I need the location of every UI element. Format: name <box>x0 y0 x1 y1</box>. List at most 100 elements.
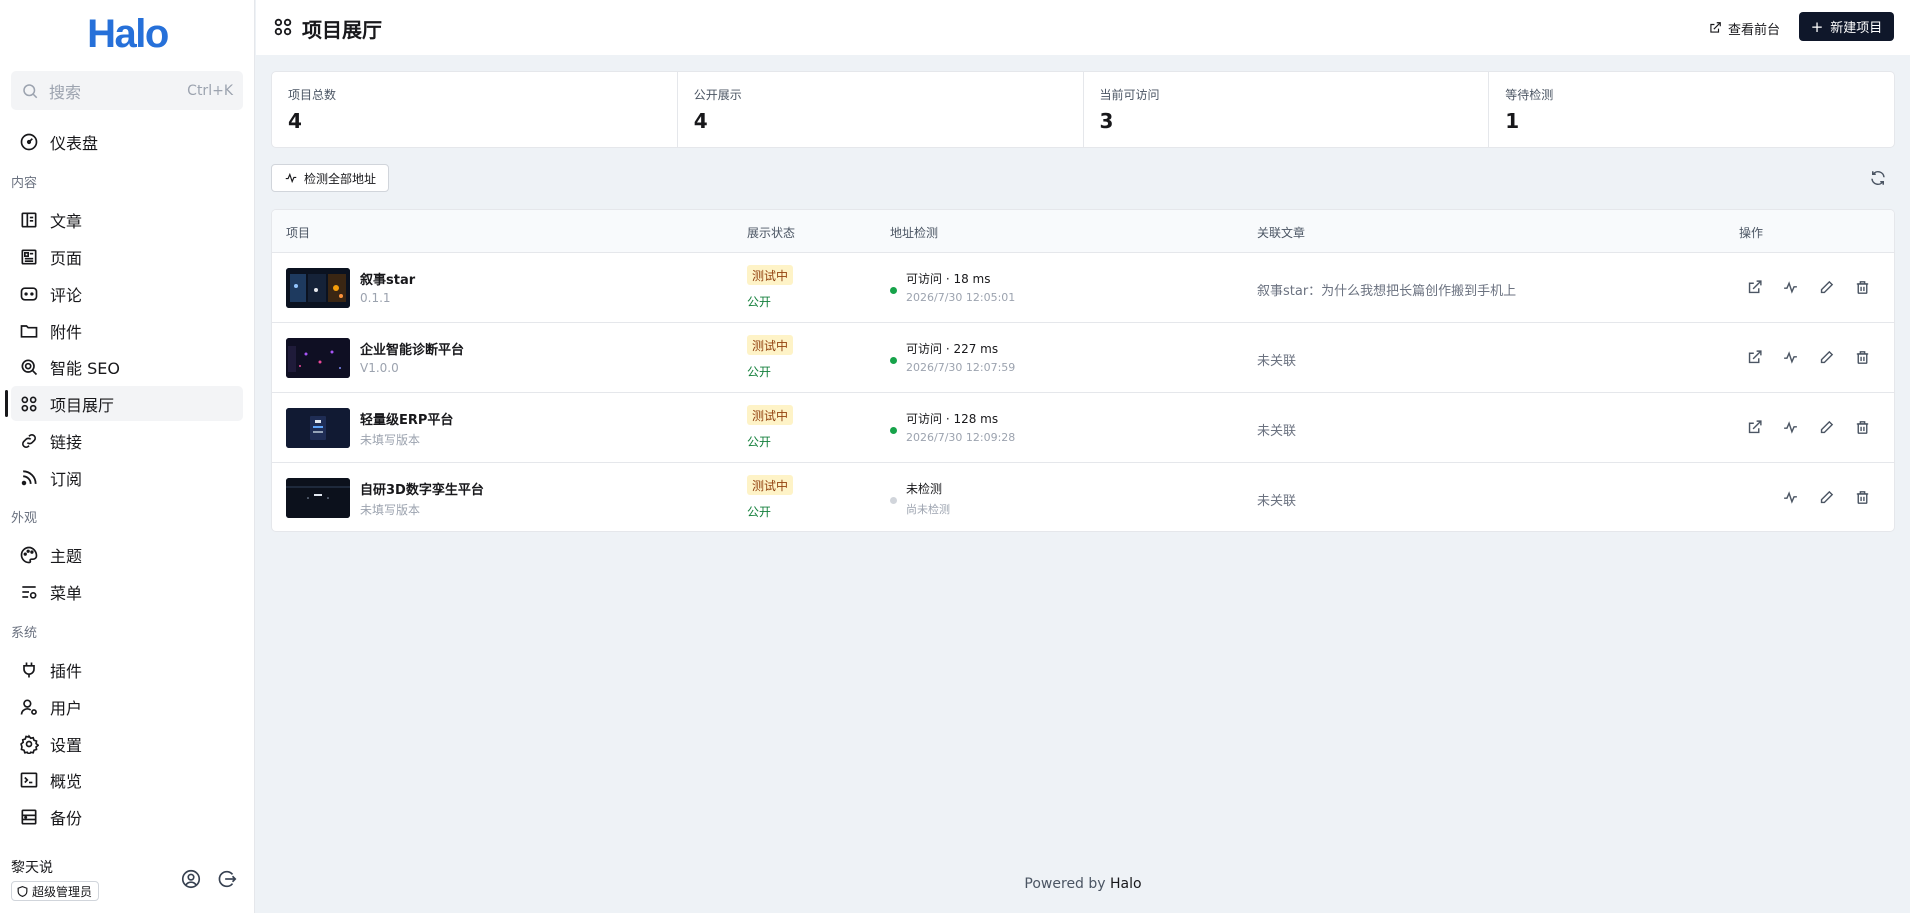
link-icon <box>22 433 36 448</box>
profile-icon[interactable] <box>180 868 202 890</box>
project-thumbnail[interactable] <box>286 478 350 518</box>
book-icon <box>21 212 37 227</box>
sidebar-item-label: 概览 <box>50 771 83 791</box>
edit-icon[interactable] <box>1818 349 1835 366</box>
linked-article[interactable]: 叙事star：为什么我想把长篇创作搬到手机上 <box>1257 280 1516 299</box>
table-row: 企业智能诊断平台 V1.0.0 测试中 公开 可访问 · 227 ms 2026… <box>272 323 1894 393</box>
sidebar-item-posts[interactable]: 文章 <box>11 202 243 237</box>
project-thumbnail[interactable] <box>286 408 350 448</box>
sidebar-item-seo[interactable]: 智能 SEO <box>11 349 243 384</box>
sidebar-item-label: 页面 <box>50 248 83 268</box>
sidebar-item-label: 备份 <box>50 808 83 828</box>
project-name[interactable]: 企业智能诊断平台 <box>360 339 464 358</box>
page-icon <box>21 249 37 264</box>
sidebar-item-projects[interactable]: 项目展厅 <box>11 386 243 421</box>
sidebar-item-subscribe[interactable]: 订阅 <box>11 460 243 495</box>
status-dot <box>890 357 897 364</box>
refresh-icon[interactable] <box>1869 169 1887 187</box>
sidebar-item-dashboard[interactable]: 仪表盘 <box>11 124 243 159</box>
thumbnail-image <box>286 408 350 448</box>
project-version: 未填写版本 <box>360 503 421 517</box>
table-row: 自研3D数字孪生平台 未填写版本 测试中 公开 未检测 尚未检测 未关联 <box>272 463 1894 531</box>
activity-icon <box>285 172 297 184</box>
sidebar-item-users[interactable]: 用户 <box>11 689 243 724</box>
check-all-label: 检测全部地址 <box>304 171 377 186</box>
check-time: 2026/7/30 12:05:01 <box>906 291 1016 304</box>
thumbnail-image <box>286 478 350 518</box>
delete-icon[interactable] <box>1854 279 1871 296</box>
check-activity-icon[interactable] <box>1782 349 1799 366</box>
status-badge: 测试中 <box>747 475 794 495</box>
sidebar-item-backup[interactable]: 备份 <box>11 799 243 834</box>
delete-icon[interactable] <box>1854 489 1871 506</box>
project-thumbnail[interactable] <box>286 268 350 308</box>
check-activity-icon[interactable] <box>1782 279 1799 296</box>
sidebar-item-overview[interactable]: 概览 <box>11 762 243 797</box>
visibility-text: 公开 <box>747 505 772 519</box>
new-project-button[interactable]: + 新建项目 <box>1799 12 1894 41</box>
external-link-icon <box>1710 22 1721 33</box>
footer-prefix: Powered by <box>1024 876 1111 892</box>
table-header: 项目 展示状态 地址检测 关联文章 操作 <box>272 210 1894 253</box>
grid-icon <box>274 18 292 36</box>
stat-accessible: 当前可访问 3 <box>1084 72 1490 147</box>
search-shortcut: Ctrl+K <box>187 82 233 99</box>
check-time: 尚未检测 <box>906 503 950 516</box>
sidebar-item-attachments[interactable]: 附件 <box>11 313 243 348</box>
check-all-button[interactable]: 检测全部地址 <box>271 164 389 192</box>
project-name[interactable]: 自研3D数字孪生平台 <box>360 479 484 498</box>
stat-label: 等待检测 <box>1505 88 1554 102</box>
search-placeholder: 搜索 <box>49 82 82 102</box>
sidebar-item-menus[interactable]: 菜单 <box>11 574 243 609</box>
visibility-text: 公开 <box>747 435 772 449</box>
check-time: 2026/7/30 12:09:28 <box>906 431 1016 444</box>
check-result: 可访问 · 128 ms <box>906 412 999 426</box>
page-title: 项目展厅 <box>302 18 382 42</box>
project-version: 0.1.1 <box>360 291 391 305</box>
active-indicator <box>5 390 8 417</box>
sidebar-item-plugins[interactable]: 插件 <box>11 652 243 687</box>
stat-label: 公开展示 <box>693 88 742 102</box>
logo[interactable]: Halo <box>0 12 255 57</box>
column-project: 项目 <box>286 226 311 240</box>
sidebar-item-label: 附件 <box>50 322 83 342</box>
sidebar-item-label: 菜单 <box>50 583 83 603</box>
open-external-icon[interactable] <box>1746 419 1763 436</box>
search-input[interactable]: 搜索 Ctrl+K <box>11 71 243 110</box>
view-front-button[interactable]: 查看前台 <box>1708 16 1780 40</box>
delete-icon[interactable] <box>1854 419 1871 436</box>
project-name[interactable]: 叙事star <box>360 269 415 288</box>
dashboard-icon <box>20 133 38 150</box>
open-external-icon[interactable] <box>1746 279 1763 296</box>
footer: Powered by Halo <box>256 876 1910 892</box>
backup-icon <box>21 809 37 824</box>
plus-icon: + <box>1810 17 1824 36</box>
check-result: 可访问 · 18 ms <box>906 272 991 286</box>
status-dot <box>890 287 897 294</box>
group-appearance: 外观 <box>11 511 38 526</box>
check-activity-icon[interactable] <box>1782 419 1799 436</box>
footer-brand[interactable]: Halo <box>1110 876 1142 892</box>
sidebar-item-label: 智能 SEO <box>50 358 120 378</box>
page-header: 项目展厅 查看前台 + 新建项目 <box>256 0 1910 55</box>
status-dot <box>890 427 897 434</box>
logout-icon[interactable] <box>216 868 238 890</box>
status-dot <box>890 497 897 504</box>
sidebar-item-label: 链接 <box>50 432 83 452</box>
sidebar-item-settings[interactable]: 设置 <box>11 726 243 761</box>
open-external-icon[interactable] <box>1746 349 1763 366</box>
edit-icon[interactable] <box>1818 419 1835 436</box>
visibility-text: 公开 <box>747 365 772 379</box>
sidebar-item-themes[interactable]: 主题 <box>11 537 243 572</box>
sidebar-item-comments[interactable]: 评论 <box>11 276 243 311</box>
comment-icon <box>20 286 38 301</box>
sidebar-item-links[interactable]: 链接 <box>11 423 243 458</box>
project-thumbnail[interactable] <box>286 338 350 378</box>
project-name[interactable]: 轻量级ERP平台 <box>360 409 453 428</box>
edit-icon[interactable] <box>1818 489 1835 506</box>
edit-icon[interactable] <box>1818 279 1835 296</box>
sidebar-item-label: 用户 <box>50 698 83 718</box>
sidebar-item-pages[interactable]: 页面 <box>11 239 243 274</box>
delete-icon[interactable] <box>1854 349 1871 366</box>
check-activity-icon[interactable] <box>1782 489 1799 506</box>
